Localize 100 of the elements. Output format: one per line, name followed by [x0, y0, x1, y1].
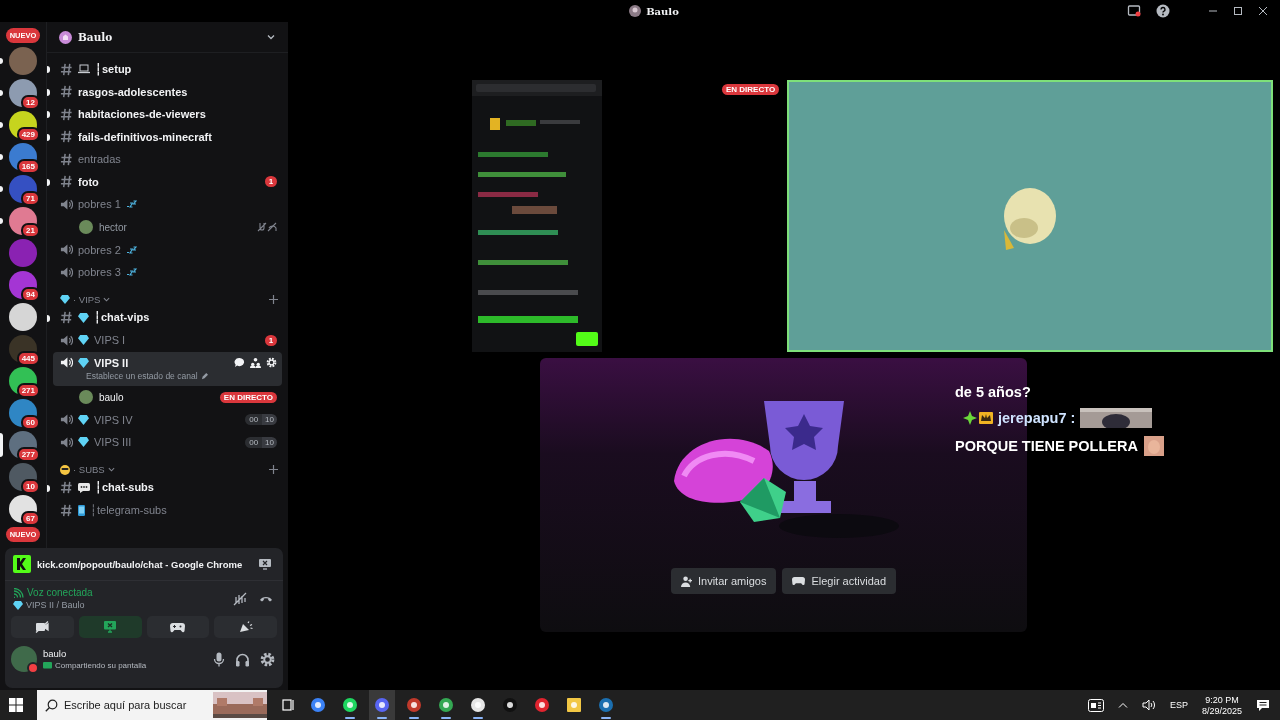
- camera-off-icon: [35, 621, 50, 633]
- user-avatar[interactable]: [11, 646, 37, 672]
- hash-icon: [60, 503, 73, 517]
- chat-message: PORQUE TIENE POLLERA: [955, 438, 1138, 454]
- channel-name: ┆chat-subs: [95, 481, 154, 495]
- mention-count: 165: [16, 159, 40, 174]
- phone-icon: [78, 504, 85, 516]
- channel-name: entradas: [78, 153, 121, 166]
- mention-count: 67: [21, 511, 40, 526]
- activity-button[interactable]: [146, 616, 210, 638]
- screen-button[interactable]: [78, 616, 142, 638]
- headphones-icon[interactable]: [235, 651, 250, 667]
- voice-member[interactable]: baulo EN DIRECTO: [53, 385, 282, 409]
- channel-item[interactable]: pobres 1: [53, 193, 282, 216]
- voice-member[interactable]: hector: [53, 215, 282, 239]
- smiley-icon: [60, 464, 70, 475]
- channel-item[interactable]: rasgos-adolescentes: [53, 80, 282, 103]
- channel-name: VIPS I: [94, 334, 126, 347]
- microphone-icon[interactable]: [213, 651, 225, 667]
- server-avatar-icon: [629, 5, 642, 17]
- add-channel-icon[interactable]: [269, 295, 278, 304]
- noise-suppression-icon[interactable]: [233, 591, 247, 606]
- clock-time[interactable]: 9:20 PM: [1205, 694, 1239, 705]
- user-count: 00: [245, 436, 263, 448]
- chevron-down-icon[interactable]: [266, 32, 276, 42]
- pencil-icon[interactable]: [200, 372, 208, 380]
- gamepad-icon: [170, 621, 186, 633]
- category-name[interactable]: · VIPS: [73, 294, 101, 305]
- invite-friends-button[interactable]: Invitar amigos: [670, 568, 777, 594]
- channel-item[interactable]: habitaciones-de-viewers: [53, 103, 282, 126]
- clock-date[interactable]: 8/29/2025: [1201, 705, 1242, 716]
- help-icon[interactable]: [1156, 4, 1170, 18]
- diamond-icon: [78, 414, 89, 425]
- member-name: baulo: [99, 391, 124, 403]
- channel-item[interactable]: ┆setup: [53, 58, 282, 81]
- screen-icon: [103, 621, 118, 633]
- mention-count: 277: [16, 447, 40, 462]
- camera-off-button[interactable]: [11, 616, 74, 638]
- close-icon[interactable]: [1258, 6, 1268, 16]
- language-indicator[interactable]: ESP: [1169, 700, 1188, 710]
- mention-count: 71: [21, 191, 40, 206]
- add-person-icon: [680, 575, 692, 587]
- chevron-up-icon[interactable]: [1117, 701, 1128, 709]
- chevron-down-icon[interactable]: [107, 466, 115, 473]
- channel-item[interactable]: foto 1: [53, 170, 282, 193]
- channel-item[interactable]: VIPS I 1: [53, 329, 282, 352]
- category-name[interactable]: · SUBS: [73, 464, 105, 475]
- hash-icon: [60, 481, 73, 495]
- search-icon: [45, 699, 58, 712]
- hash-icon: [60, 311, 73, 325]
- volume-icon[interactable]: [1141, 699, 1156, 711]
- invite-people-icon[interactable]: [250, 357, 261, 368]
- window-title: Baulo: [646, 5, 679, 17]
- speech-bubble-icon: [78, 482, 90, 493]
- channel-name: habitaciones-de-viewers: [78, 108, 206, 121]
- signal-icon: [13, 587, 24, 598]
- channel-item[interactable]: ┆chat-subs: [53, 476, 282, 499]
- diamond-icon: [60, 295, 70, 304]
- mention-count: 21: [21, 223, 40, 238]
- server-icon[interactable]: [9, 303, 37, 331]
- channel-status[interactable]: Establece un estado de canal: [86, 371, 198, 381]
- badge-icons: [963, 411, 993, 425]
- chat-message: de 5 años?: [955, 384, 1031, 400]
- inbox-icon[interactable]: [1127, 4, 1141, 18]
- channel-item[interactable]: ┆chat-vips: [53, 306, 282, 329]
- channel-item[interactable]: pobres 2: [53, 238, 282, 261]
- avatar: [79, 220, 93, 234]
- app-icon[interactable]: [369, 690, 395, 720]
- channel-name: pobres 2: [78, 243, 121, 256]
- choose-activity-button[interactable]: Elegir actividad: [782, 568, 897, 594]
- speaker-icon: [60, 333, 73, 347]
- channel-item[interactable]: VIPS IV 00 10: [53, 408, 282, 431]
- add-channel-icon[interactable]: [269, 465, 278, 474]
- channel-name: foto: [78, 175, 99, 188]
- notifications-icon[interactable]: [1256, 698, 1270, 712]
- task-view-icon[interactable]: [281, 698, 295, 712]
- stream-title: kick.com/popout/baulo/chat - Google Chrome: [37, 558, 243, 570]
- channel-item[interactable]: pobres 3: [53, 261, 282, 284]
- voice-channel-link[interactable]: VIPS II / Baulo: [26, 600, 85, 610]
- news-icon[interactable]: [1087, 698, 1104, 712]
- start-icon[interactable]: [9, 698, 23, 712]
- screen-share-icon: [43, 661, 52, 670]
- laptop-icon: [78, 64, 90, 75]
- channel-item[interactable]: VIPS II Establece un estado de canal: [53, 351, 282, 386]
- do-not-disturb-icon: [27, 662, 39, 674]
- settings-icon[interactable]: [260, 651, 275, 667]
- chevron-down-icon[interactable]: [103, 296, 111, 303]
- party-popper-icon: [238, 620, 253, 634]
- mention-count: 1: [265, 334, 277, 346]
- channel-item[interactable]: fails-definitivos-minecraft: [53, 125, 282, 148]
- channel-item[interactable]: ┆telegram-subs: [53, 499, 282, 522]
- mention-count: 429: [16, 127, 40, 142]
- soundboard-button[interactable]: [214, 616, 277, 638]
- chat-bubble-icon[interactable]: [234, 357, 245, 368]
- channel-item[interactable]: VIPS III 00 10: [53, 431, 282, 454]
- server-name[interactable]: Baulo: [78, 31, 113, 43]
- speaker-icon: [60, 435, 73, 449]
- maximize-icon[interactable]: [1233, 6, 1243, 16]
- stop-sharing-icon[interactable]: [259, 558, 271, 570]
- channel-item[interactable]: entradas: [53, 148, 282, 171]
